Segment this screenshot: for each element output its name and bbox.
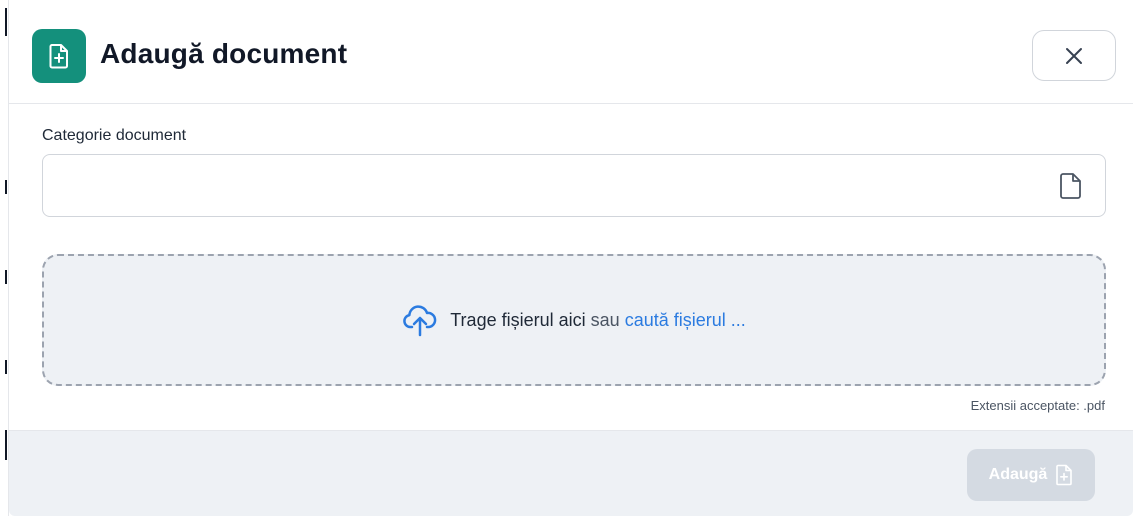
- close-icon: [1066, 47, 1082, 64]
- category-input[interactable]: [57, 155, 1047, 216]
- file-plus-icon: [32, 29, 86, 83]
- file-icon: [1060, 173, 1081, 199]
- add-document-dialog: Adaugă document Categorie document Trage…: [9, 0, 1133, 516]
- close-button[interactable]: [1032, 30, 1116, 81]
- backdrop-mark: [5, 430, 7, 460]
- dialog-footer: Adaugă: [9, 430, 1133, 516]
- category-label: Categorie document: [42, 127, 187, 144]
- dropzone-text: Trage fișierul aici sau caută fișierul .…: [450, 310, 746, 331]
- file-plus-icon: [1056, 464, 1073, 486]
- add-document-button-label: Adaugă: [988, 466, 1048, 483]
- cloud-upload-icon: [403, 305, 437, 337]
- backdrop-mark: [5, 360, 7, 374]
- backdrop-mark: [5, 8, 7, 36]
- dropzone-or-text: sau: [590, 309, 620, 330]
- backdrop-mark: [5, 270, 7, 284]
- dialog-title: Adaugă document: [100, 38, 348, 69]
- backdrop-mark: [5, 180, 7, 194]
- category-field[interactable]: [42, 154, 1106, 217]
- dropzone-main-text: Trage fișierul aici: [450, 309, 586, 330]
- dialog-header: Adaugă document: [9, 0, 1133, 104]
- browse-file-link[interactable]: caută fișierul ...: [625, 310, 746, 330]
- add-document-button[interactable]: Adaugă: [967, 449, 1095, 501]
- accepted-extensions-note: Extensii acceptate: .pdf: [970, 398, 1105, 413]
- file-dropzone[interactable]: Trage fișierul aici sau caută fișierul .…: [42, 254, 1106, 386]
- backdrop-edge: [0, 0, 9, 516]
